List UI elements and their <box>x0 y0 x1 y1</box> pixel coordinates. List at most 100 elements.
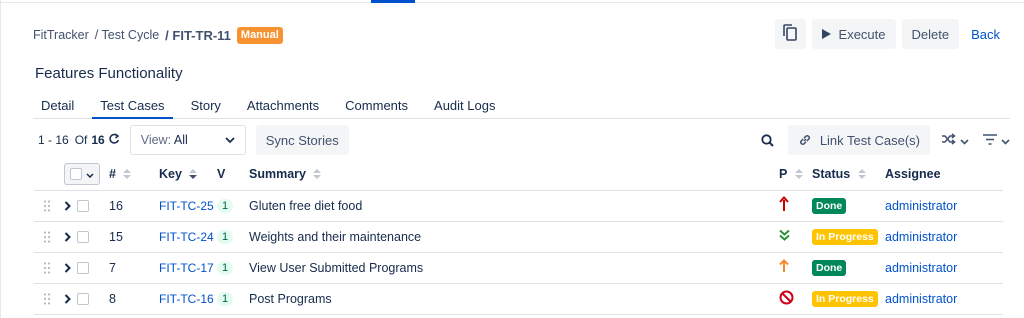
column-header-key[interactable]: Key <box>159 159 217 191</box>
column-header-summary[interactable]: Summary <box>249 159 779 191</box>
expand-chevron-icon[interactable] <box>64 293 71 304</box>
highest-priority-icon <box>779 196 789 212</box>
table-row[interactable]: 16 FIT-TC-25 1 Gluten free diet food Don… <box>34 190 1003 222</box>
tab-story[interactable]: Story <box>183 95 229 119</box>
breadcrumb-key: / FIT-TR-11 <box>165 27 231 43</box>
link-test-cases-button[interactable]: Link Test Case(s) <box>787 125 930 155</box>
link-test-cases-label: Link Test Case(s) <box>819 132 920 148</box>
assignee-link[interactable]: administrator <box>885 199 957 213</box>
row-checkbox[interactable] <box>77 261 89 274</box>
status-badge: Done <box>812 197 847 214</box>
filter-menu[interactable] <box>983 133 1010 148</box>
drag-handle-icon[interactable] <box>44 231 50 243</box>
version-badge: 1 <box>217 230 234 244</box>
drag-handle-icon[interactable] <box>44 200 50 212</box>
table-row[interactable]: 7 FIT-TC-17 1 View User Submitted Progra… <box>34 252 1003 284</box>
column-version-label: V <box>217 167 226 182</box>
range-of: Of <box>74 133 88 147</box>
sort-icon <box>189 168 198 182</box>
manual-badge: Manual <box>236 26 283 44</box>
version-badge: 1 <box>217 199 234 213</box>
view-select[interactable]: View: All <box>129 125 246 155</box>
sort-icon <box>857 168 866 182</box>
expand-chevron-icon[interactable] <box>64 262 71 273</box>
chevron-down-icon <box>225 133 235 147</box>
range-total: 16 <box>91 133 105 147</box>
drag-handle-icon[interactable] <box>44 262 50 274</box>
sort-icon <box>794 168 803 182</box>
row-summary: Gluten free diet food <box>249 190 779 222</box>
left-edge <box>0 0 1 318</box>
row-checkbox[interactable] <box>77 199 89 212</box>
assignee-link[interactable]: administrator <box>885 292 957 306</box>
assignee-link[interactable]: administrator <box>885 230 957 244</box>
status-badge: In Progress <box>812 290 878 307</box>
column-header-status[interactable]: Status <box>812 159 885 191</box>
column-header-number[interactable]: # <box>109 159 159 191</box>
status-badge: Done <box>812 259 847 276</box>
row-number: 8 <box>109 283 159 315</box>
test-cases-table: # Key V Summary P Status Assignee 16 FIT… <box>34 159 1003 315</box>
bulk-select-dropdown[interactable] <box>64 163 100 186</box>
chevron-down-icon <box>86 167 94 181</box>
select-all-checkbox[interactable] <box>70 168 82 181</box>
breadcrumb: FitTracker / Test Cycle / FIT-TR-11 Manu… <box>33 26 283 44</box>
medium-priority-icon <box>779 259 789 273</box>
column-summary-label: Summary <box>249 166 306 181</box>
active-nav-indicator <box>371 0 415 3</box>
pagination-range: 1 - 16 Of 16 <box>38 132 120 148</box>
copy-icon <box>783 24 797 44</box>
row-checkbox[interactable] <box>77 292 89 305</box>
tab-detail[interactable]: Detail <box>33 95 82 119</box>
row-number: 7 <box>109 252 159 284</box>
table-row[interactable]: 15 FIT-TC-24 1 Weights and their mainten… <box>34 221 1003 253</box>
column-status-label: Status <box>812 166 851 181</box>
drag-handle-icon[interactable] <box>44 293 50 305</box>
breadcrumb-project[interactable]: FitTracker <box>33 28 89 42</box>
column-number-label: # <box>109 166 116 181</box>
version-badge: 1 <box>217 292 234 306</box>
test-case-key-link[interactable]: FIT-TC-24 <box>159 230 214 244</box>
back-button[interactable]: Back <box>965 19 1008 49</box>
assignee-link[interactable]: administrator <box>885 261 957 275</box>
lowest-priority-icon <box>779 229 790 241</box>
filter-icon <box>983 133 997 148</box>
copy-button[interactable] <box>774 19 806 49</box>
row-checkbox[interactable] <box>77 230 89 243</box>
refresh-icon[interactable] <box>108 132 120 148</box>
tab-audit-logs[interactable]: Audit Logs <box>426 95 503 119</box>
column-priority-label: P <box>779 166 788 181</box>
column-header-version: V <box>217 159 249 191</box>
table-header-row: # Key V Summary P Status Assignee <box>34 159 1003 191</box>
shuffle-menu[interactable] <box>942 132 969 148</box>
range-start: 1 - 16 <box>38 133 69 147</box>
row-number: 15 <box>109 221 159 253</box>
expand-chevron-icon[interactable] <box>64 200 71 211</box>
view-prefix: View: <box>140 133 172 147</box>
select-all-header <box>34 159 109 191</box>
tab-test-cases[interactable]: Test Cases <box>92 95 173 119</box>
tab-attachments[interactable]: Attachments <box>239 95 327 119</box>
test-case-key-link[interactable]: FIT-TC-16 <box>159 292 214 306</box>
search-icon[interactable] <box>761 133 774 147</box>
expand-chevron-icon[interactable] <box>64 231 71 242</box>
right-tools: Link Test Case(s) <box>761 125 1010 155</box>
column-header-assignee: Assignee <box>885 159 1003 191</box>
column-key-label: Key <box>159 166 182 181</box>
column-header-priority[interactable]: P <box>779 159 812 191</box>
delete-button[interactable]: Delete <box>901 19 960 49</box>
breadcrumb-section[interactable]: / Test Cycle <box>95 28 159 42</box>
execute-button[interactable]: Execute <box>811 19 896 49</box>
sync-stories-button[interactable]: Sync Stories <box>255 125 349 155</box>
column-assignee-label: Assignee <box>885 167 941 182</box>
table-toolbar: 1 - 16 Of 16 View: All Sync Stories Link… <box>38 125 1010 155</box>
test-case-key-link[interactable]: FIT-TC-25 <box>159 199 214 213</box>
tab-comments[interactable]: Comments <box>337 95 416 119</box>
chevron-down-icon <box>960 133 969 148</box>
row-number: 16 <box>109 190 159 222</box>
row-summary: Post Programs <box>249 283 779 315</box>
status-badge: In Progress <box>812 228 878 245</box>
test-case-key-link[interactable]: FIT-TC-17 <box>159 261 214 275</box>
tab-bar: Detail Test Cases Story Attachments Comm… <box>33 95 1010 119</box>
table-row[interactable]: 8 FIT-TC-16 1 Post Programs In Progress … <box>34 283 1003 315</box>
